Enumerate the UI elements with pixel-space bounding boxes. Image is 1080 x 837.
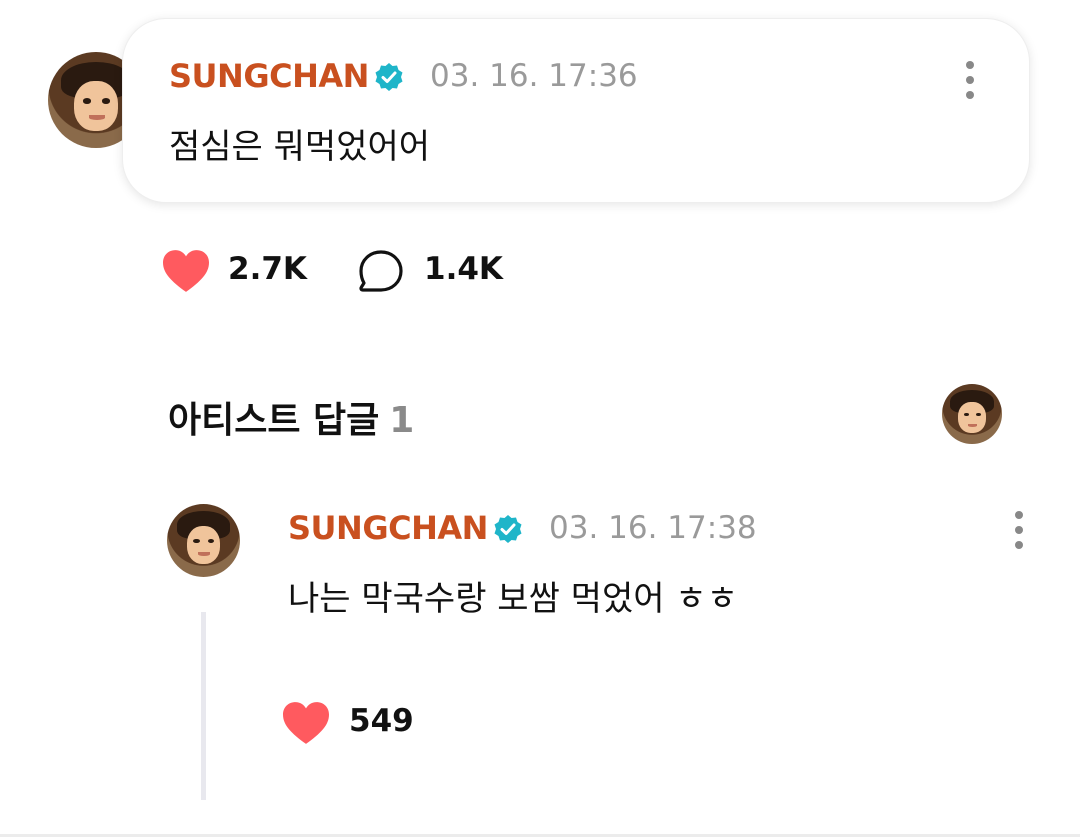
artist-replies-count: 1 [389,400,415,441]
reply-author-name[interactable]: SUNGCHAN [288,509,488,547]
artist-replies-heading: 아티스트 답글 1 [168,391,414,443]
post-timestamp: 03. 16. 17:36 [430,58,638,94]
post-bubble: SUNGCHAN 03. 16. 17:36 점심은 뭐먹었어어 [122,18,1030,203]
heart-icon[interactable] [160,248,212,294]
reply-timestamp: 03. 16. 17:38 [549,510,757,546]
reply-message: 나는 막국수랑 보쌈 먹었어 ㅎㅎ [288,579,738,619]
reply-thread-line [201,612,206,800]
post-like-count: 2.7K [228,251,307,287]
verified-badge-icon [375,63,403,91]
verified-badge-icon [494,515,522,543]
heart-icon[interactable] [280,700,332,746]
reply-author-avatar[interactable] [167,504,240,577]
post-message: 점심은 뭐먹었어어 [169,127,431,167]
artist-avatar[interactable] [942,384,1002,444]
comment-bubble-icon[interactable] [357,248,405,296]
more-options-icon[interactable] [1014,511,1024,556]
post-comment-count: 1.4K [424,251,503,287]
post-author-name[interactable]: SUNGCHAN [169,57,369,95]
artist-replies-title: 아티스트 답글 [168,400,380,441]
reply-like-count: 549 [349,703,414,739]
more-options-icon[interactable] [965,61,975,106]
